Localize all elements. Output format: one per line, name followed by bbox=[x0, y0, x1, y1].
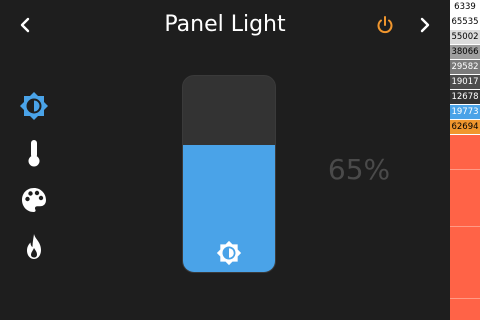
flame-icon bbox=[27, 234, 41, 259]
color-bar-item: 6339 bbox=[450, 0, 480, 15]
brightness-slider[interactable] bbox=[182, 75, 276, 273]
palette-icon bbox=[22, 188, 46, 212]
next-button[interactable] bbox=[413, 13, 437, 37]
color-bar-item: 19773 bbox=[450, 105, 480, 120]
previous-button[interactable] bbox=[13, 13, 37, 37]
mode-color-button[interactable] bbox=[14, 180, 54, 220]
brightness-icon bbox=[20, 92, 48, 120]
mode-temperature-button[interactable] bbox=[14, 133, 54, 173]
color-bar-divider bbox=[450, 298, 480, 299]
color-bar-item: 38066 bbox=[450, 45, 480, 60]
color-bar-item: 55002 bbox=[450, 30, 480, 45]
color-bar-item: 29582 bbox=[450, 60, 480, 75]
mode-effect-button[interactable] bbox=[14, 227, 54, 267]
mode-brightness-button[interactable] bbox=[14, 86, 54, 126]
thermometer-icon bbox=[28, 140, 40, 167]
chevron-right-icon bbox=[420, 17, 430, 33]
color-bar-divider bbox=[450, 169, 480, 170]
color-bar-item: 19017 bbox=[450, 75, 480, 90]
color-bar-item: 65535 bbox=[450, 15, 480, 30]
color-bar: 6339 65535 55002 38066 29582 19017 12678 19773 6… bbox=[450, 0, 480, 320]
brightness-icon bbox=[216, 240, 242, 266]
power-icon bbox=[377, 16, 393, 34]
header: Panel Light bbox=[0, 0, 450, 50]
color-bar-divider bbox=[450, 226, 480, 227]
color-bar-item: 12678 bbox=[450, 90, 480, 105]
chevron-left-icon bbox=[20, 17, 30, 33]
power-button[interactable] bbox=[373, 13, 397, 37]
slider-brightness-icon bbox=[216, 240, 242, 266]
color-bar-item: 62694 bbox=[450, 120, 480, 135]
brightness-value: 65% bbox=[327, 153, 391, 186]
page-title: Panel Light bbox=[164, 12, 286, 37]
